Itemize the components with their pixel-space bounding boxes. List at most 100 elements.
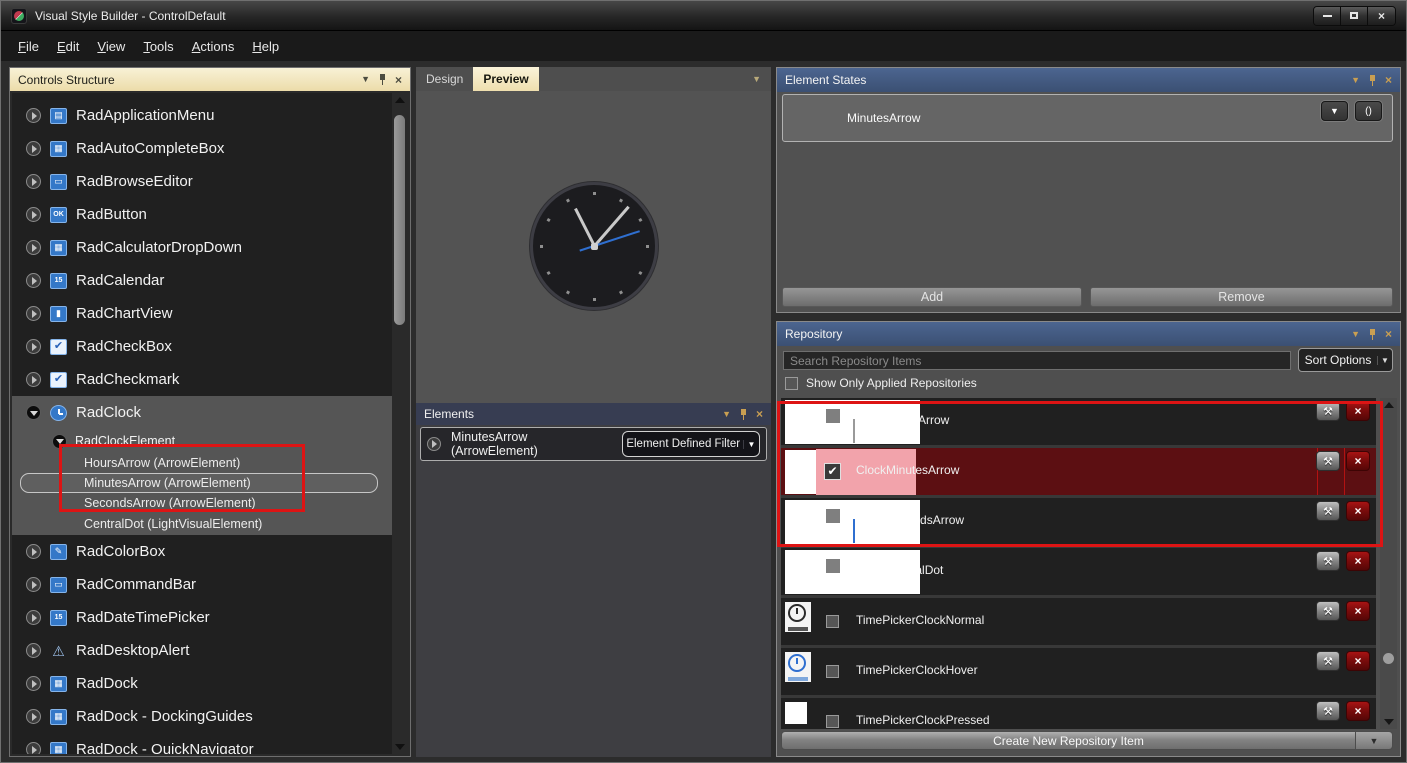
- state-dropdown-button[interactable]: ▼: [1321, 101, 1348, 121]
- repo-item-timepickerclocknormal[interactable]: TimePickerClockNormal ⚒ ×: [781, 598, 1376, 648]
- edit-repository-item-button[interactable]: ⚒: [1316, 451, 1340, 471]
- tree-item-radbrowseeditor[interactable]: ▭ RadBrowseEditor: [12, 165, 392, 198]
- tree-item-radcommandbar[interactable]: ▭ RadCommandBar: [12, 568, 392, 601]
- tree-item-radchartview[interactable]: ▮ RadChartView: [12, 297, 392, 330]
- repo-item-clockcentraldot[interactable]: ClockCentralDot ⚒ ×: [781, 548, 1376, 598]
- tree-item-minutesarrow-selected[interactable]: MinutesArrow (ArrowElement): [12, 473, 392, 493]
- expander-icon[interactable]: [26, 610, 41, 625]
- show-only-applied-checkbox[interactable]: [785, 376, 798, 390]
- tree-item-radapplicationmenu[interactable]: ▤ RadApplicationMenu: [12, 99, 392, 132]
- menu-actions[interactable]: Actions: [183, 35, 244, 58]
- repo-item-checkbox-checked[interactable]: ✔: [824, 463, 841, 480]
- delete-repository-item-button[interactable]: ×: [1346, 551, 1370, 571]
- expander-icon[interactable]: [26, 742, 41, 754]
- menu-view[interactable]: View: [88, 35, 134, 58]
- repo-item-checkbox[interactable]: [826, 559, 840, 573]
- repo-item-clocksecondsarrow[interactable]: ClockSecondsArrow ⚒ ×: [781, 498, 1376, 548]
- edit-repository-item-button[interactable]: ⚒: [1316, 501, 1340, 521]
- expander-icon[interactable]: [26, 577, 41, 592]
- expander-icon[interactable]: [26, 174, 41, 189]
- tree-item-raddatetimepicker[interactable]: 15 RadDateTimePicker: [12, 601, 392, 634]
- expander-icon[interactable]: [26, 676, 41, 691]
- minimize-button[interactable]: [1314, 6, 1341, 25]
- element-state-item[interactable]: MinutesArrow ▼ (): [782, 94, 1393, 142]
- panel-close-icon[interactable]: ×: [756, 408, 763, 420]
- remove-state-button[interactable]: Remove: [1090, 287, 1393, 307]
- sort-options-button[interactable]: Sort Options ▼: [1298, 348, 1393, 372]
- scrollbar-thumb[interactable]: [1383, 653, 1394, 664]
- tab-design[interactable]: Design: [416, 67, 473, 91]
- add-state-button[interactable]: Add: [782, 287, 1082, 307]
- delete-repository-item-button[interactable]: ×: [1346, 451, 1370, 471]
- menu-edit[interactable]: Edit: [48, 35, 88, 58]
- expander-icon[interactable]: [26, 141, 41, 156]
- edit-repository-item-button[interactable]: ⚒: [1316, 401, 1340, 421]
- repo-item-clockhoursarrow[interactable]: ClockHoursArrow ⚒ ×: [781, 398, 1376, 448]
- tab-preview[interactable]: Preview: [473, 67, 539, 91]
- expander-icon[interactable]: [26, 709, 41, 724]
- repo-item-clockminutesarrow-selected[interactable]: ✔ ClockMinutesArrow ⚒ ×: [781, 448, 1376, 498]
- close-button[interactable]: ×: [1368, 6, 1395, 25]
- expander-icon[interactable]: [427, 437, 441, 451]
- menu-help[interactable]: Help: [243, 35, 288, 58]
- tree-item-radcheckmark[interactable]: ✔ RadCheckmark: [12, 363, 392, 396]
- elements-row-minutesarrow[interactable]: MinutesArrow (ArrowElement) Element Defi…: [420, 427, 767, 461]
- scrollbar-thumb[interactable]: [394, 115, 405, 325]
- panel-close-icon[interactable]: ×: [1385, 328, 1392, 340]
- delete-repository-item-button[interactable]: ×: [1346, 401, 1370, 421]
- tree-item-radcheckbox[interactable]: ✔ RadCheckBox: [12, 330, 392, 363]
- repo-item-checkbox[interactable]: [826, 409, 840, 423]
- repo-item-checkbox[interactable]: [826, 715, 839, 728]
- tree-item-radclockelement[interactable]: RadClockElement: [12, 429, 392, 453]
- expander-icon[interactable]: [26, 544, 41, 559]
- panel-menu-chevron-icon[interactable]: ▼: [1351, 329, 1360, 339]
- tree-item-radbutton[interactable]: OK RadButton: [12, 198, 392, 231]
- tree-item-secondsarrow[interactable]: SecondsArrow (ArrowElement): [12, 493, 392, 513]
- panel-menu-chevron-icon[interactable]: ▼: [722, 409, 731, 419]
- repo-item-checkbox[interactable]: [826, 615, 839, 628]
- delete-repository-item-button[interactable]: ×: [1346, 701, 1370, 721]
- tree-item-radcalculatordropdown[interactable]: ▦ RadCalculatorDropDown: [12, 231, 392, 264]
- expander-icon[interactable]: [26, 643, 41, 658]
- expander-icon[interactable]: [26, 306, 41, 321]
- create-new-repository-item-button[interactable]: Create New Repository Item: [781, 731, 1356, 750]
- tree-item-raddock-dockingguides[interactable]: ▦ RadDock - DockingGuides: [12, 700, 392, 733]
- tree-item-radclock[interactable]: RadClock: [12, 396, 392, 429]
- panel-close-icon[interactable]: ×: [395, 74, 402, 86]
- delete-repository-item-button[interactable]: ×: [1346, 601, 1370, 621]
- tree-item-hoursarrow[interactable]: HoursArrow (ArrowElement): [12, 453, 392, 473]
- edit-repository-item-button[interactable]: ⚒: [1316, 651, 1340, 671]
- panel-menu-chevron-icon[interactable]: ▼: [361, 75, 370, 84]
- repo-item-timepickerclockhover[interactable]: TimePickerClockHover ⚒ ×: [781, 648, 1376, 698]
- repository-scrollbar[interactable]: [1380, 398, 1397, 729]
- expander-icon[interactable]: [26, 273, 41, 288]
- tree-item-radcalendar[interactable]: 15 RadCalendar: [12, 264, 392, 297]
- expander-icon[interactable]: [26, 339, 41, 354]
- tree-scrollbar[interactable]: [392, 93, 408, 754]
- panel-close-icon[interactable]: ×: [1385, 74, 1392, 86]
- expander-icon[interactable]: [26, 372, 41, 387]
- edit-repository-item-button[interactable]: ⚒: [1316, 601, 1340, 621]
- repo-item-timepickerclockpressed[interactable]: TimePickerClockPressed ⚒ ×: [781, 698, 1376, 729]
- pin-icon[interactable]: [1369, 328, 1376, 340]
- tree-item-raddesktopalert[interactable]: ⚠ RadDesktopAlert: [12, 634, 392, 667]
- pin-icon[interactable]: [1369, 74, 1376, 86]
- repo-item-checkbox[interactable]: [826, 509, 840, 523]
- tree-item-radautocompletebox[interactable]: ▦ RadAutoCompleteBox: [12, 132, 392, 165]
- menu-file[interactable]: File: [9, 35, 48, 58]
- expander-icon[interactable]: [26, 108, 41, 123]
- tree-item-radcolorbox[interactable]: ✎ RadColorBox: [12, 535, 392, 568]
- tree-item-raddock[interactable]: ▦ RadDock: [12, 667, 392, 700]
- panel-menu-chevron-icon[interactable]: ▼: [1351, 75, 1360, 85]
- state-expression-button[interactable]: (): [1355, 101, 1382, 121]
- maximize-button[interactable]: [1341, 6, 1368, 25]
- delete-repository-item-button[interactable]: ×: [1346, 651, 1370, 671]
- edit-repository-item-button[interactable]: ⚒: [1316, 551, 1340, 571]
- expander-icon[interactable]: [26, 240, 41, 255]
- tabstrip-chevron-icon[interactable]: ▼: [752, 74, 761, 84]
- pin-icon[interactable]: [740, 408, 747, 420]
- edit-repository-item-button[interactable]: ⚒: [1316, 701, 1340, 721]
- pin-icon[interactable]: [379, 74, 386, 85]
- tree-item-raddock-quicknavigator[interactable]: ▦ RadDock - QuickNavigator: [12, 733, 392, 754]
- collapse-icon[interactable]: [52, 433, 67, 449]
